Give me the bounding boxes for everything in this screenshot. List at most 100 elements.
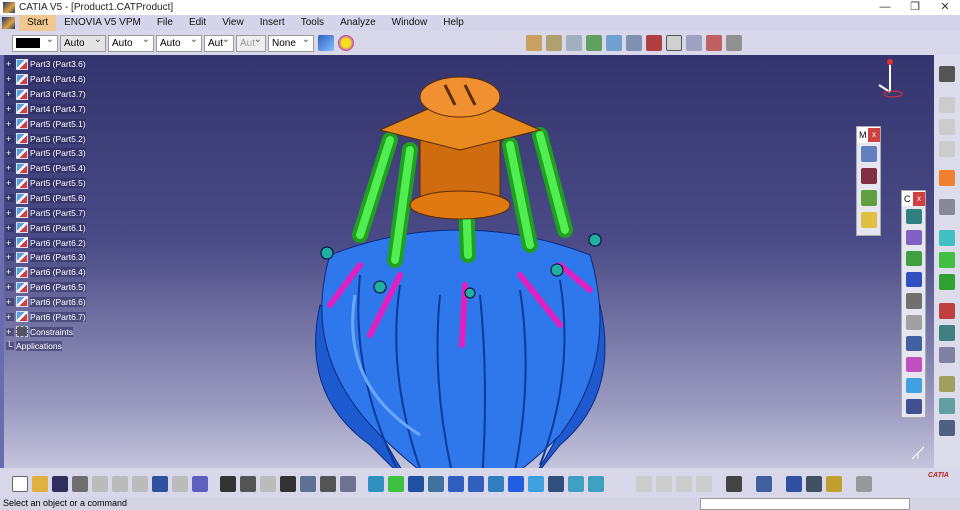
cut-icon[interactable] [92,475,108,492]
refresh-icon[interactable] [939,274,955,290]
catalog-icon[interactable] [280,475,296,492]
linetype-select[interactable]: Auto [60,34,106,52]
tree-item[interactable]: + Part6 (Part6.4) [6,265,86,280]
paste-icon[interactable] [132,475,148,492]
tree-item[interactable]: + Part5 (Part5.5) [6,176,86,191]
camera-icon[interactable] [726,475,742,492]
fix-together-icon[interactable] [905,314,922,330]
open-icon[interactable] [32,475,48,492]
menu-file[interactable]: File [149,15,181,31]
manipulation-icon[interactable] [860,146,877,162]
tree-reorder-icon[interactable] [939,303,955,319]
command-input[interactable] [700,498,910,510]
inertia-icon[interactable] [826,475,842,492]
menu-enovia[interactable]: ENOVIA V5 VPM [56,15,149,31]
3d-viewport[interactable]: + Part3 (Part3.6) + Part4 (Part4.6) + Part3… [0,55,934,468]
offset-constraint-icon[interactable] [905,251,922,267]
close-toolbar-button[interactable]: x [913,191,925,206]
tree-item[interactable]: + Part6 (Part6.1) [6,220,86,235]
new-icon[interactable] [12,475,28,492]
fix-component-icon[interactable] [905,293,922,309]
close-toolbar-button[interactable]: x [868,128,880,142]
angle-constraint-icon[interactable] [905,272,922,288]
macro-icon[interactable] [260,475,276,492]
tree-item[interactable]: + Part3 (Part3.6) [6,57,86,72]
flexible-rigid-icon[interactable] [905,356,922,372]
tree-item[interactable]: + Part5 (Part5.1) [6,116,86,131]
fly-mode-icon[interactable] [368,475,384,492]
text-annotation-icon[interactable] [666,35,682,51]
snap-icon[interactable] [860,168,877,184]
multi-instantiation-icon[interactable] [686,35,702,51]
tree-item[interactable]: + Part6 (Part6.5) [6,280,86,295]
shading-icon[interactable] [548,475,564,492]
tree-item-constraints[interactable]: + Constraints [6,324,86,339]
graph-tree-icon[interactable] [646,35,662,51]
quick-constraint-icon[interactable] [905,335,922,351]
swap-space-icon[interactable] [588,475,604,492]
update-icon[interactable] [939,230,955,246]
tree-item[interactable]: + Part3 (Part3.7) [6,87,86,102]
change-constraint-icon[interactable] [905,377,922,393]
sectioning-icon[interactable] [939,420,955,436]
part-icon[interactable] [566,35,582,51]
menu-window[interactable]: Window [384,15,436,31]
minimize-button[interactable]: — [870,0,900,15]
existing-positioning-icon[interactable] [606,35,622,51]
tools-icon[interactable] [856,475,872,492]
menu-insert[interactable]: Insert [252,15,293,31]
bill-of-material-icon[interactable] [939,347,955,363]
tree-item[interactable]: + Part6 (Part6.6) [6,295,86,310]
grab-bucket-model[interactable] [0,55,934,468]
thickness-select[interactable]: Auto [108,34,154,52]
manage-representations-icon[interactable] [706,35,722,51]
clash-icon[interactable] [939,398,955,414]
selection-trap-icon[interactable] [939,199,955,215]
linetype2-select[interactable]: Auto [156,34,202,52]
stop-manipulate-icon[interactable] [860,212,877,228]
select-icon[interactable] [939,170,955,186]
color-select[interactable] [12,34,58,52]
menu-tools[interactable]: Tools [293,15,332,31]
generate-icon[interactable] [939,252,955,268]
distance-icon[interactable] [786,475,802,492]
tree-item[interactable]: + Part5 (Part5.4) [6,161,86,176]
component-icon[interactable] [546,35,562,51]
tree-item[interactable]: + Part4 (Part4.6) [6,72,86,87]
point-select[interactable]: Aut [204,34,234,52]
menu-view[interactable]: View [214,15,252,31]
copy-icon[interactable] [112,475,128,492]
formula-icon[interactable] [220,475,236,492]
hide-show-icon[interactable] [568,475,584,492]
save-icon[interactable] [52,475,68,492]
tree-item[interactable]: + Part5 (Part5.7) [6,205,86,220]
filter-icon[interactable] [340,475,356,492]
menu-analyze[interactable]: Analyze [332,15,384,31]
analysis-icon[interactable] [756,475,772,492]
menu-edit[interactable]: Edit [181,15,214,31]
renumber-icon[interactable] [939,325,955,341]
tree-item[interactable]: + Part6 (Part6.7) [6,309,86,324]
tree-item[interactable]: + Part5 (Part5.3) [6,146,86,161]
knowledge-icon[interactable] [240,475,256,492]
coincidence-constraint-icon[interactable] [905,209,922,225]
tree-scrollbar[interactable] [0,55,4,468]
explode-icon[interactable] [860,190,877,206]
close-button[interactable]: ✕ [930,0,960,15]
menu-help[interactable]: Help [435,15,472,31]
compass-options-icon[interactable] [939,66,955,82]
tree-item-applications[interactable]: └ Applications [6,339,86,354]
normal-view-icon[interactable] [488,475,504,492]
replace-component-icon[interactable] [626,35,642,51]
measure-icon[interactable] [939,376,955,392]
measure-item-icon[interactable] [806,475,822,492]
fit-all-icon[interactable] [388,475,404,492]
graph-icon[interactable] [300,475,316,492]
tree-item[interactable]: + Part5 (Part5.6) [6,191,86,206]
render-select[interactable]: Aut [236,34,266,52]
contact-constraint-icon[interactable] [905,230,922,246]
properties-painter-icon[interactable] [338,35,354,51]
restore-button[interactable]: ❐ [900,0,930,15]
redo-icon[interactable] [172,475,188,492]
isometric-view-icon[interactable] [528,475,544,492]
